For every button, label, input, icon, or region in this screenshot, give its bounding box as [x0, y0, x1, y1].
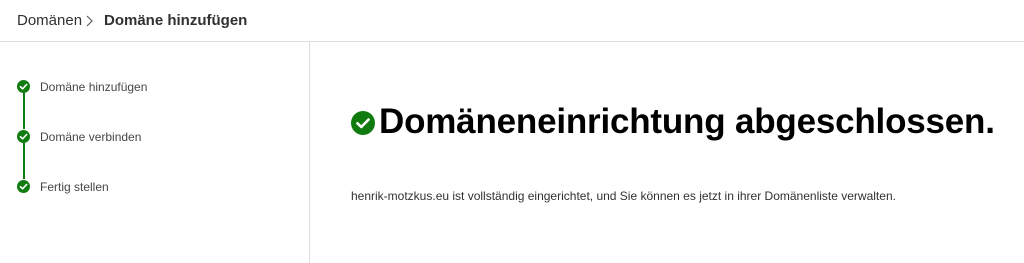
step-label-finish: Fertig stellen [40, 180, 109, 194]
steps-panel: Domäne hinzufügen Domäne verbinden Ferti… [0, 42, 310, 263]
breadcrumb-domains-link[interactable]: Domänen [17, 11, 82, 31]
step-completed-check-icon [17, 130, 30, 143]
step-completed-check-icon [17, 180, 30, 193]
check-circle-icon [351, 111, 375, 135]
completion-heading: Domäneneinrichtung abgeschlossen. [379, 102, 995, 141]
step-label-connect-domain: Domäne verbinden [40, 130, 142, 144]
page-header: Domänen Domäne hinzufügen [0, 0, 1024, 42]
step-connector [23, 143, 25, 179]
step-completed-check-icon [17, 80, 30, 93]
step-connector [23, 93, 25, 129]
step-label-add-domain: Domäne hinzufügen [40, 80, 148, 94]
chevron-right-icon [86, 15, 93, 27]
completion-description: henrik-motzkus.eu ist vollständig einger… [351, 189, 896, 203]
breadcrumb-current: Domäne hinzufügen [104, 12, 248, 29]
